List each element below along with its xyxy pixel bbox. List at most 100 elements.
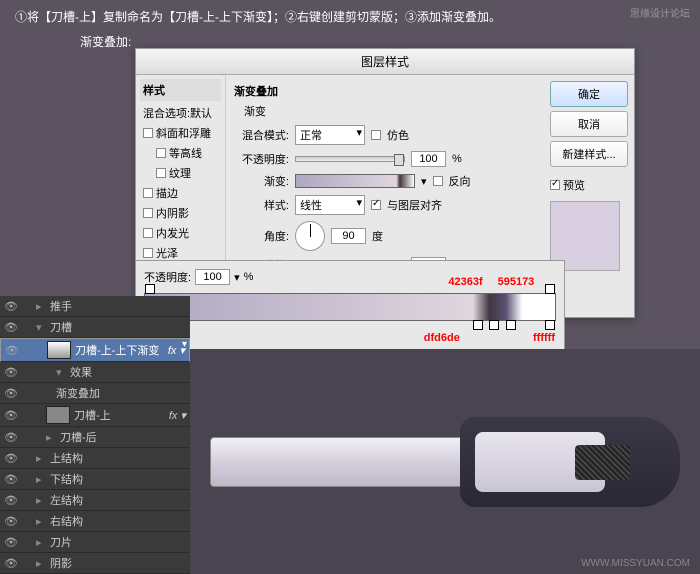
- align-label: 与图层对齐: [387, 197, 442, 213]
- color-hex-2: dfd6de: [424, 332, 460, 344]
- layer-row[interactable]: 👁 ▸ 左结构: [0, 490, 190, 511]
- ed-opacity-unit: %: [244, 271, 254, 283]
- dialog-title: 图层样式: [136, 49, 634, 75]
- visibility-icon[interactable]: 👁: [4, 536, 18, 548]
- fold-icon[interactable]: ▸: [36, 473, 46, 486]
- layer-name: 阴影: [50, 555, 72, 571]
- fold-icon[interactable]: ▸: [36, 300, 46, 313]
- gradient-dropdown-icon[interactable]: ▾: [421, 175, 427, 188]
- layer-row[interactable]: 👁▸上结构: [0, 448, 190, 469]
- reverse-label: 反向: [449, 173, 471, 189]
- gradient-preview[interactable]: [295, 174, 415, 188]
- visibility-icon[interactable]: 👁: [4, 431, 18, 443]
- align-checkbox[interactable]: [371, 200, 381, 210]
- reverse-checkbox[interactable]: [433, 176, 443, 186]
- layer-row[interactable]: 👁▾刀槽: [0, 317, 190, 338]
- visibility-icon[interactable]: 👁: [4, 321, 18, 333]
- layer-row[interactable]: 👁▸刀片: [0, 532, 190, 553]
- fold-icon[interactable]: ▸: [46, 431, 56, 444]
- visibility-icon[interactable]: 👁: [4, 473, 18, 485]
- opacity-stop[interactable]: [145, 284, 155, 294]
- color-stop[interactable]: [489, 320, 499, 330]
- style-header: 样式: [140, 79, 221, 101]
- watermark-text: 思缘设计论坛: [630, 5, 690, 20]
- angle-unit: 度: [372, 228, 383, 244]
- fx-badge[interactable]: fx ▾: [168, 344, 185, 357]
- color-stop[interactable]: [473, 320, 483, 330]
- blend-mode-select[interactable]: 正常: [295, 125, 365, 145]
- opacity-label: 不透明度:: [234, 151, 289, 167]
- fold-icon[interactable]: ▾: [56, 366, 66, 379]
- layer-name: 刀槽-上: [74, 407, 111, 423]
- layer-row[interactable]: 👁▸下结构: [0, 469, 190, 490]
- color-stop[interactable]: [506, 320, 516, 330]
- visibility-icon[interactable]: 👁: [4, 494, 18, 506]
- fold-icon[interactable]: ▸: [36, 494, 46, 507]
- angle-input[interactable]: [331, 228, 366, 244]
- visibility-icon[interactable]: 👁: [4, 557, 18, 569]
- layer-row[interactable]: 👁 ▸ 阴影: [0, 553, 190, 574]
- gradient-editor: 不透明度: ▾ % aea7c0 dfd6de 42363f 595173 ff…: [135, 260, 565, 356]
- layer-row[interactable]: 👁渐变叠加: [0, 383, 190, 404]
- layer-row[interactable]: 👁 ▾ 效果: [0, 362, 190, 383]
- layer-row[interactable]: 👁 刀槽-上 fx ▾: [0, 404, 190, 427]
- opacity-slider[interactable]: [295, 156, 405, 162]
- watermark-url: WWW.MISSYUAN.COM: [581, 558, 690, 569]
- layer-row[interactable]: 👁 ▸ 右结构: [0, 511, 190, 532]
- drop-icon[interactable]: ▾: [234, 271, 240, 284]
- style-contour[interactable]: 等高线: [140, 143, 221, 163]
- knife-grip: [575, 445, 630, 480]
- layers-panel: 👁▸推手👁▾刀槽👁刀槽-上-上下渐变fx ▾👁▾效果👁渐变叠加👁刀槽-上fx ▾…: [0, 296, 190, 574]
- fold-icon[interactable]: ▸: [36, 536, 46, 549]
- dither-checkbox[interactable]: [371, 130, 381, 140]
- fold-icon[interactable]: ▾: [36, 321, 46, 334]
- ed-opacity-input[interactable]: [195, 269, 230, 285]
- layer-name: 右结构: [50, 513, 83, 529]
- style-field-label: 样式:: [234, 197, 289, 213]
- color-stop[interactable]: [545, 320, 555, 330]
- fold-icon[interactable]: ▸: [36, 452, 46, 465]
- cancel-button[interactable]: 取消: [550, 111, 628, 137]
- layer-name: 刀槽-后: [60, 429, 97, 445]
- style-inner-shadow[interactable]: 内阴影: [140, 203, 221, 223]
- gradient-bar[interactable]: aea7c0 dfd6de 42363f 595173 ffffff: [144, 293, 556, 321]
- layer-name: 左结构: [50, 492, 83, 508]
- visibility-icon[interactable]: 👁: [4, 452, 18, 464]
- gradient-field-label: 渐变:: [234, 173, 289, 189]
- visibility-icon[interactable]: 👁: [4, 515, 18, 527]
- fold-icon[interactable]: ▸: [36, 515, 46, 528]
- preview-label: 预览: [563, 177, 585, 193]
- style-inner-glow[interactable]: 内发光: [140, 223, 221, 243]
- new-style-button[interactable]: 新建样式...: [550, 141, 628, 167]
- visibility-icon[interactable]: 👁: [4, 409, 18, 421]
- fold-icon[interactable]: ▸: [36, 557, 46, 570]
- blend-options[interactable]: 混合选项:默认: [140, 103, 221, 123]
- color-hex-4: 595173: [498, 276, 535, 288]
- blend-mode-label: 混合模式:: [234, 127, 289, 143]
- style-texture[interactable]: 纹理: [140, 163, 221, 183]
- style-stroke[interactable]: 描边: [140, 183, 221, 203]
- layer-name: 效果: [70, 364, 92, 380]
- style-bevel[interactable]: 斜面和浮雕: [140, 123, 221, 143]
- visibility-icon[interactable]: 👁: [5, 344, 19, 356]
- layer-thumb: [46, 406, 70, 424]
- layer-row[interactable]: 👁 ▸ 推手: [0, 296, 190, 317]
- style-select[interactable]: 线性: [295, 195, 365, 215]
- layer-name: 推手: [50, 298, 72, 314]
- preview-checkbox[interactable]: [550, 180, 560, 190]
- visibility-icon[interactable]: 👁: [4, 366, 18, 378]
- layer-row[interactable]: 👁 ▸ 刀槽-后: [0, 427, 190, 448]
- knife-blade: [210, 437, 490, 487]
- opacity-stop[interactable]: [545, 284, 555, 294]
- section-title: 渐变叠加: [234, 83, 536, 99]
- opacity-unit: %: [452, 153, 462, 165]
- opacity-input[interactable]: [411, 151, 446, 167]
- layer-row[interactable]: 👁刀槽-上-上下渐变fx ▾: [0, 338, 190, 362]
- visibility-icon[interactable]: 👁: [4, 300, 18, 312]
- visibility-icon[interactable]: 👁: [4, 387, 18, 399]
- fx-badge[interactable]: fx ▾: [169, 409, 186, 422]
- angle-dial[interactable]: [295, 221, 325, 251]
- ok-button[interactable]: 确定: [550, 81, 628, 107]
- knife-artwork: [210, 407, 680, 517]
- instruction-text: ①将【刀槽-上】复制命名为【刀槽-上-上下渐变】；②右键创建剪切蒙版；③添加渐变…: [0, 0, 700, 33]
